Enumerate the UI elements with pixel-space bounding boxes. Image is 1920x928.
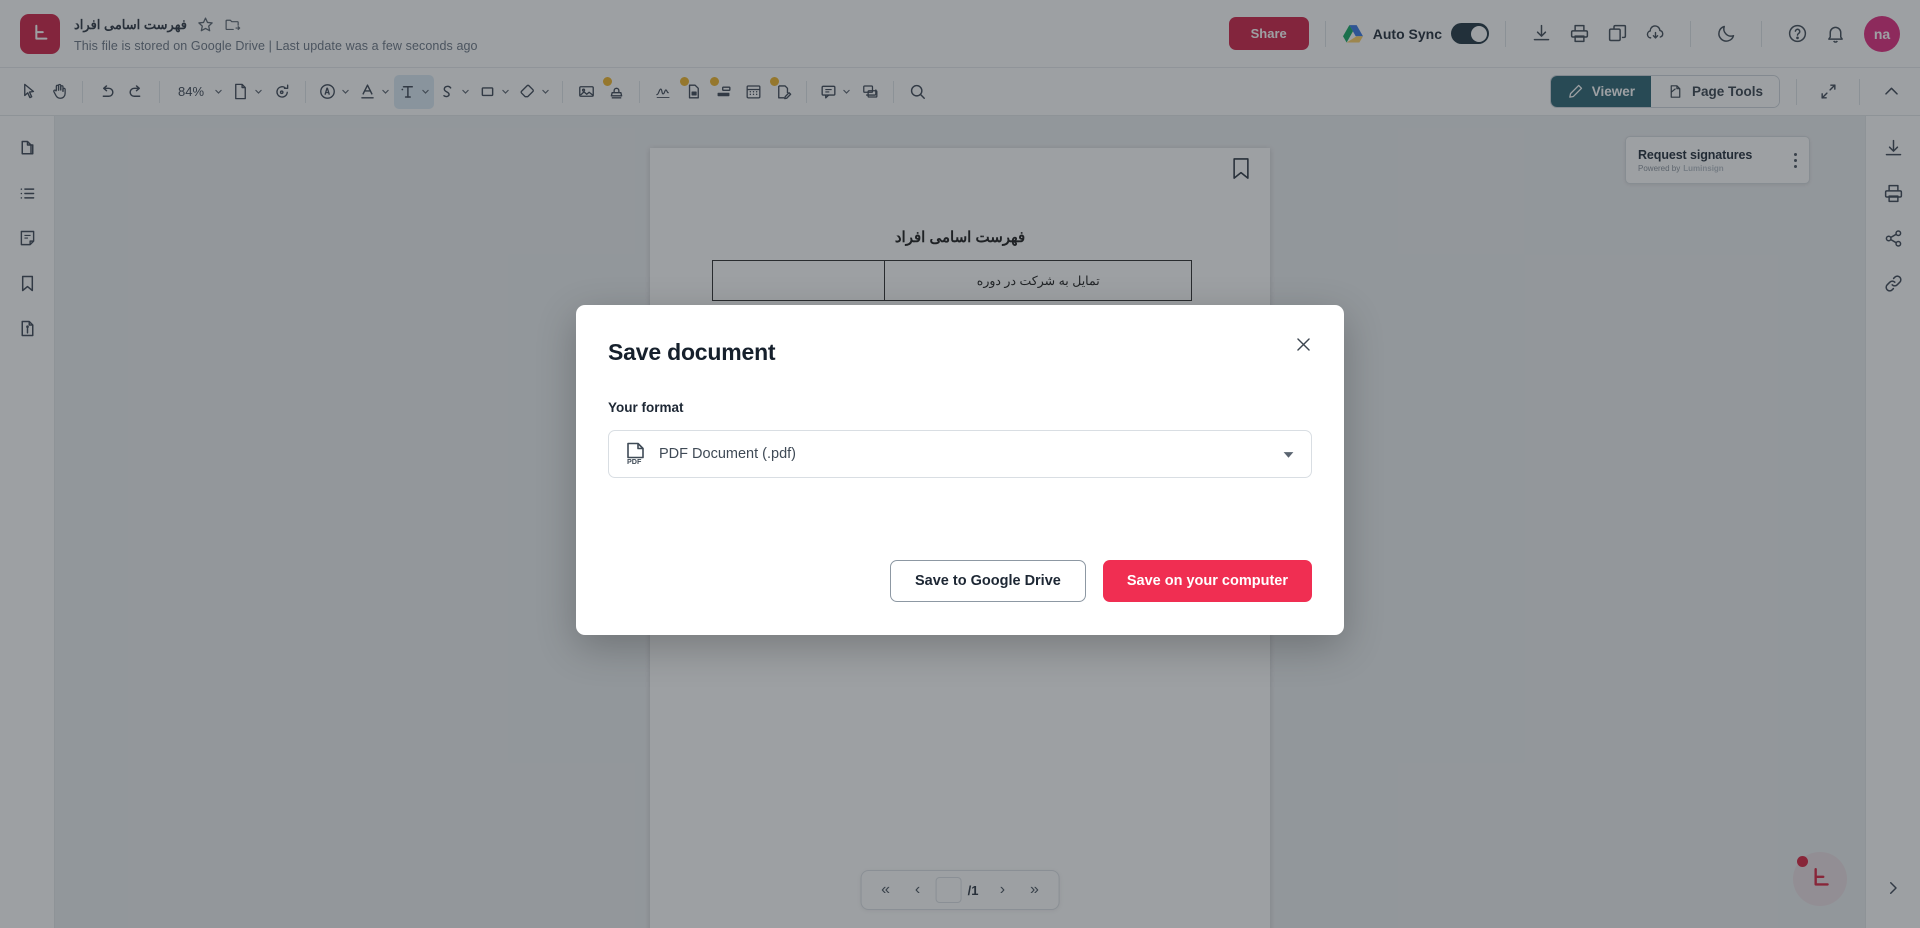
save-on-your-computer-button[interactable]: Save on your computer <box>1102 560 1312 602</box>
modal-actions: Save to Google Drive Save on your comput… <box>889 560 1312 602</box>
save-to-google-drive-button[interactable]: Save to Google Drive <box>889 560 1086 602</box>
format-field-label: Your format <box>608 400 684 415</box>
format-selected-value: PDF Document (.pdf) <box>659 446 796 462</box>
save-document-modal: Save document Your format PDF PDF Docume… <box>576 305 1344 635</box>
lumin-pdf-editor: فهرست اسامی افراد This file is stored on… <box>0 0 1920 928</box>
format-select[interactable]: PDF PDF Document (.pdf) <box>608 430 1312 478</box>
modal-title: Save document <box>608 339 776 365</box>
svg-text:PDF: PDF <box>627 457 642 466</box>
pdf-file-icon: PDF <box>627 442 644 466</box>
close-x-icon[interactable] <box>1290 331 1316 357</box>
chevron-down-icon <box>1282 448 1295 461</box>
